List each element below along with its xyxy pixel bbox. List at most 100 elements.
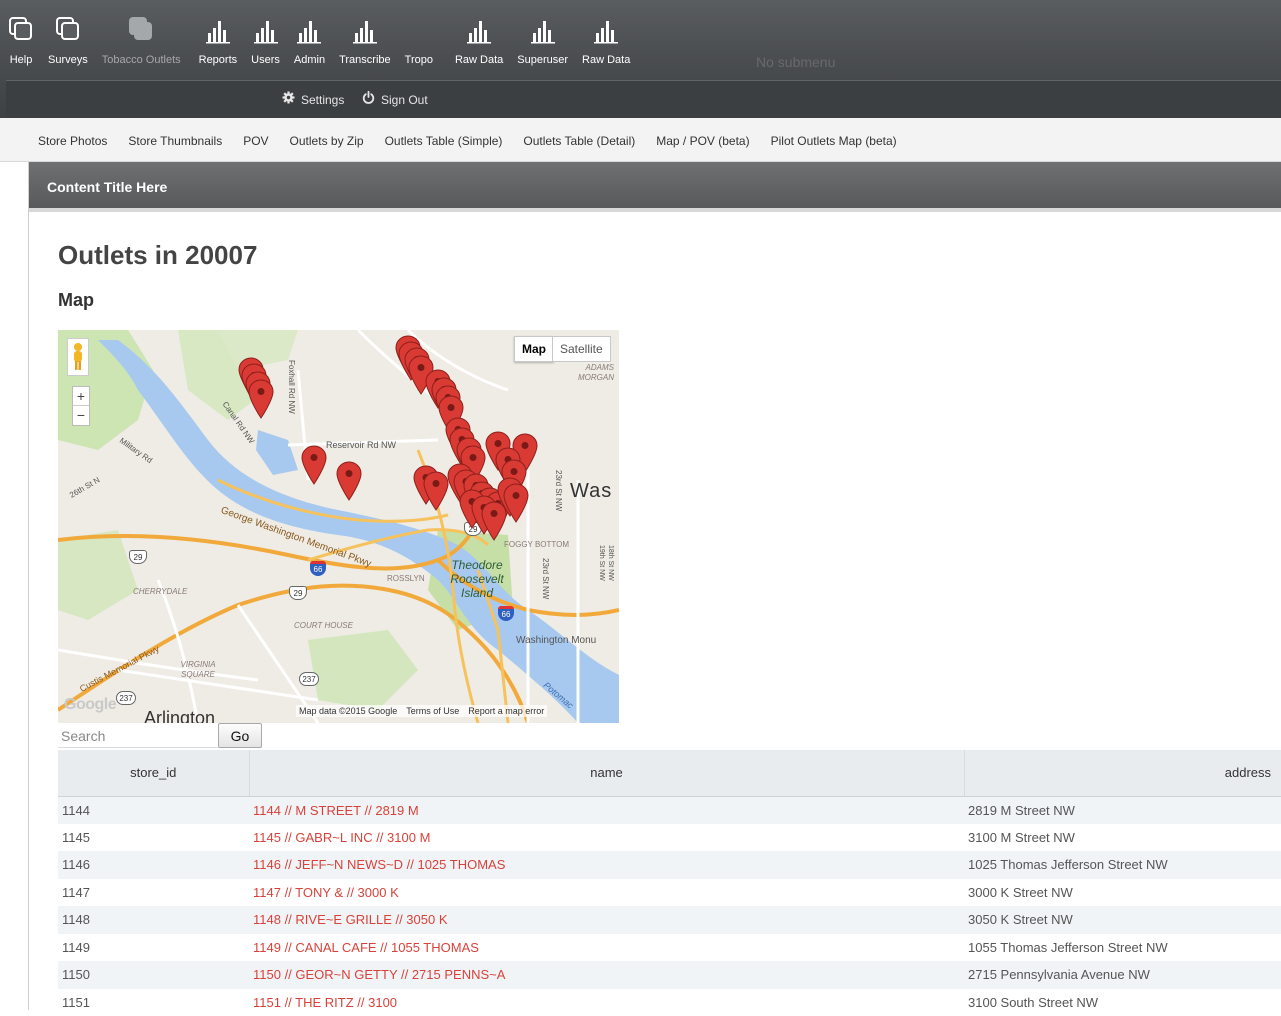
cell-store-id: 1146 (58, 851, 249, 879)
nav-label: Tropo (405, 54, 433, 66)
outlet-link[interactable]: 1148 // RIVE~E GRILLE // 3050 K (253, 912, 448, 927)
bar-chart-icon (466, 14, 492, 44)
cell-store-id: 1150 (58, 961, 249, 989)
go-button[interactable]: Go (218, 723, 262, 748)
bar-chart-icon (205, 14, 231, 44)
submenu-outlets-table-detail[interactable]: Outlets Table (Detail) (523, 134, 635, 148)
outlet-marker-icon[interactable] (337, 462, 361, 500)
no-submenu-text: No submenu (756, 54, 835, 70)
settings-label: Settings (301, 93, 344, 107)
table-row: 1147 1147 // TONY & // 3000 K 3000 K Str… (58, 879, 1281, 907)
submenu-store-thumbnails[interactable]: Store Thumbnails (128, 134, 222, 148)
cell-name: 1151 // THE RITZ // 3100 (249, 989, 964, 1016)
report-map-error-link[interactable]: Report a map error (468, 706, 544, 716)
table-row: 1150 1150 // GEOR~N GETTY // 2715 PENNS~… (58, 961, 1281, 989)
table-row: 1146 1146 // JEFF~N NEWS~D // 1025 THOMA… (58, 851, 1281, 879)
outlet-marker-icon[interactable] (424, 472, 448, 510)
nav-transcribe[interactable]: Transcribe (339, 14, 391, 74)
settings-link[interactable]: Settings (282, 91, 344, 109)
nav-reports[interactable]: Reports (199, 14, 238, 74)
nav-label: Tobacco Outlets (102, 54, 181, 66)
nav-superuser[interactable]: Superuser (517, 14, 568, 74)
nav-tropo[interactable]: Tropo (405, 14, 433, 74)
nav-label: Users (251, 54, 280, 66)
cell-name: 1146 // JEFF~N NEWS~D // 1025 THOMAS (249, 851, 964, 879)
nav-label: Reports (199, 54, 238, 66)
submenu-map-pov-beta[interactable]: Map / POV (beta) (656, 134, 749, 148)
power-icon (362, 91, 375, 109)
cell-address: 2715 Pennsylvania Avenue NW (964, 961, 1281, 989)
outlet-link[interactable]: 1151 // THE RITZ // 3100 (253, 995, 397, 1010)
outlet-link[interactable]: 1150 // GEOR~N GETTY // 2715 PENNS~A (253, 967, 505, 982)
submenu-outlets-by-zip[interactable]: Outlets by Zip (290, 134, 364, 148)
terms-of-use-link[interactable]: Terms of Use (406, 706, 459, 716)
submenu-outlets-table-simple[interactable]: Outlets Table (Simple) (385, 134, 503, 148)
cell-store-id: 1149 (58, 934, 249, 962)
nav-raw-data[interactable]: Raw Data (455, 14, 503, 74)
street-view-pegman-icon[interactable] (67, 338, 89, 376)
zoom-out-button[interactable]: − (73, 406, 89, 425)
outlet-link[interactable]: 1146 // JEFF~N NEWS~D // 1025 THOMAS (253, 857, 505, 872)
nav-tobacco-outlets[interactable]: Tobacco Outlets (102, 14, 181, 74)
table-row: 1144 1144 // M STREET // 2819 M 2819 M S… (58, 796, 1281, 824)
sign-out-label: Sign Out (381, 93, 428, 107)
table-row: 1151 1151 // THE RITZ // 3100 3100 South… (58, 989, 1281, 1016)
cell-address: 3100 South Street NW (964, 989, 1281, 1016)
cell-store-id: 1147 (58, 879, 249, 907)
search-input[interactable] (58, 724, 218, 748)
bar-chart-icon (296, 14, 322, 44)
panel-header: Content Title Here (29, 162, 1281, 212)
section-title: Map (58, 290, 94, 311)
outlet-link[interactable]: 1149 // CANAL CAFE // 1055 THOMAS (253, 940, 479, 955)
outlet-marker-icon[interactable] (482, 502, 506, 540)
surveys-icon (55, 14, 81, 44)
column-header-name[interactable]: name (249, 750, 964, 796)
map-data-credit: Map data ©2015 Google (299, 706, 397, 716)
tobacco-outlets-icon (128, 14, 154, 44)
nav-label: Help (10, 54, 33, 66)
outlet-markers-layer (58, 330, 619, 723)
nav-admin[interactable]: Admin (294, 14, 325, 74)
bar-chart-icon (253, 14, 279, 44)
bar-chart-icon (352, 14, 378, 44)
outlet-link[interactable]: 1144 // M STREET // 2819 M (253, 803, 419, 818)
nav-label: Transcribe (339, 54, 391, 66)
nav-surveys[interactable]: Surveys (48, 14, 88, 74)
submenu-bar: Store Photos Store Thumbnails POV Outlet… (0, 118, 1281, 162)
submenu-pov[interactable]: POV (243, 134, 268, 148)
outlets-map[interactable]: ADAMS MORGAN Was Theodore Roosevelt Isla… (58, 330, 619, 723)
nav-raw-data-2[interactable]: Raw Data (582, 14, 630, 74)
zoom-control: + − (72, 386, 90, 426)
cell-address: 3050 K Street NW (964, 906, 1281, 934)
main-menu: Help Surveys Tobacco Outlets Reports Use… (8, 14, 644, 74)
nav-help[interactable]: Help (8, 14, 34, 74)
cell-address: 3100 M Street NW (964, 824, 1281, 852)
bar-chart-icon (530, 14, 556, 44)
map-attribution: Map data ©2015 Google Terms of Use Repor… (296, 705, 547, 717)
map-type-satellite-button[interactable]: Satellite (552, 336, 611, 362)
outlet-marker-icon[interactable] (249, 380, 273, 418)
map-type-map-button[interactable]: Map (514, 336, 554, 362)
outlet-link[interactable]: 1147 // TONY & // 3000 K (253, 885, 399, 900)
outlets-table: store_id name address 1144 1144 // M STR… (58, 750, 1281, 1016)
nav-label: Raw Data (455, 54, 503, 66)
outlet-link[interactable]: 1145 // GABR~L INC // 3100 M (253, 830, 430, 845)
zoom-in-button[interactable]: + (73, 387, 89, 406)
bar-chart-icon (593, 14, 619, 44)
sign-out-link[interactable]: Sign Out (362, 91, 428, 109)
content-panel: Content Title Here Outlets in 20007 Map (28, 162, 1281, 1010)
outlet-marker-icon[interactable] (504, 484, 528, 522)
cell-name: 1147 // TONY & // 3000 K (249, 879, 964, 907)
cell-store-id: 1148 (58, 906, 249, 934)
submenu-store-photos[interactable]: Store Photos (38, 134, 107, 148)
outlet-marker-icon[interactable] (302, 446, 326, 484)
cell-name: 1149 // CANAL CAFE // 1055 THOMAS (249, 934, 964, 962)
column-header-address[interactable]: address (964, 750, 1281, 796)
column-header-store-id[interactable]: store_id (58, 750, 249, 796)
table-row: 1149 1149 // CANAL CAFE // 1055 THOMAS 1… (58, 934, 1281, 962)
panel-title: Content Title Here (47, 179, 167, 195)
nav-users[interactable]: Users (251, 14, 280, 74)
cell-name: 1150 // GEOR~N GETTY // 2715 PENNS~A (249, 961, 964, 989)
submenu-pilot-outlets-map-beta[interactable]: Pilot Outlets Map (beta) (771, 134, 897, 148)
cell-address: 3000 K Street NW (964, 879, 1281, 907)
